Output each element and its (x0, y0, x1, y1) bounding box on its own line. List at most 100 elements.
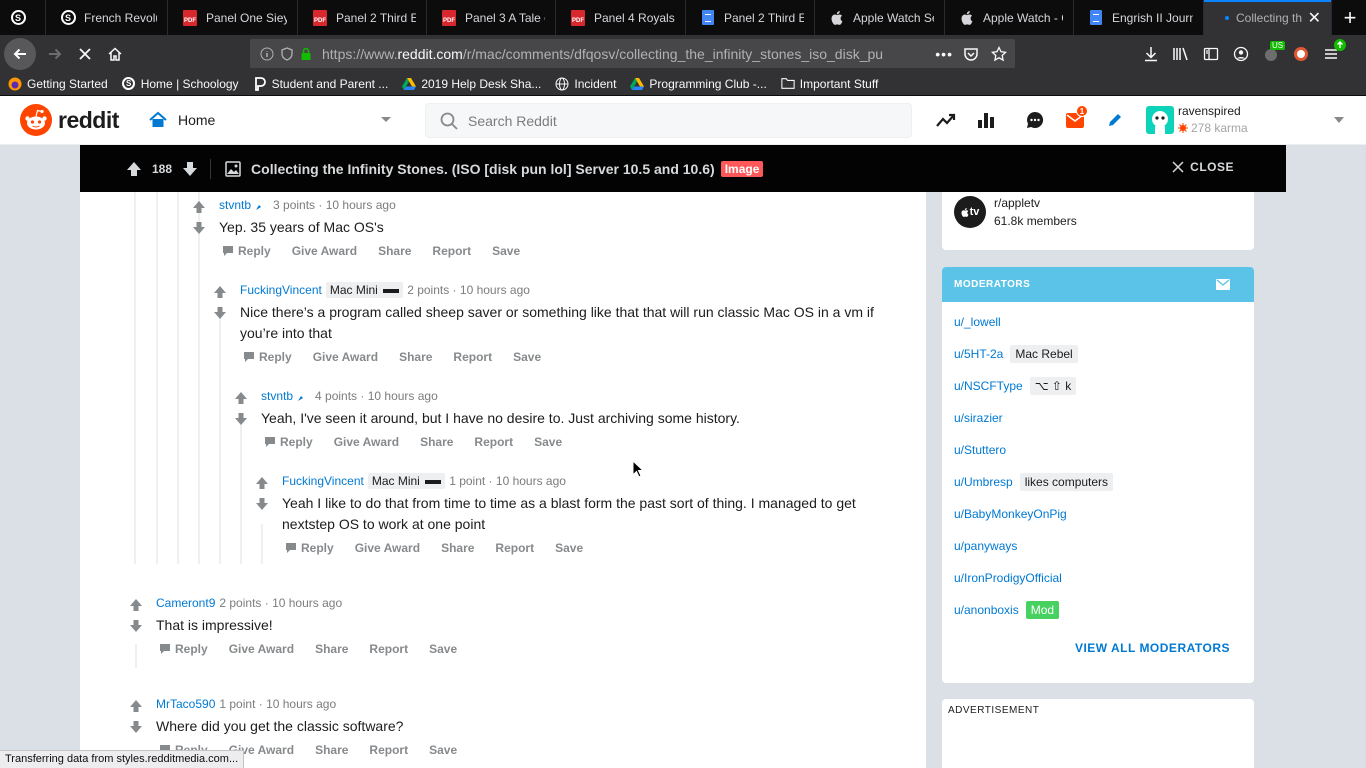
comment-author[interactable]: stvntb (261, 389, 293, 403)
pocket-icon[interactable] (963, 46, 979, 62)
reddit-logo[interactable]: reddit (20, 104, 119, 136)
moderator-item[interactable]: u/panyways (954, 539, 1017, 553)
tab-7[interactable]: Apple Watch - C (945, 0, 1074, 35)
downvote-icon[interactable] (192, 221, 206, 235)
save-button[interactable]: Save (492, 244, 520, 258)
thread-line[interactable] (135, 644, 137, 668)
reply-button[interactable]: Reply (262, 435, 313, 449)
comment-time[interactable]: 10 hours ago (368, 389, 438, 403)
tab-6[interactable]: Apple Watch Ser (815, 0, 945, 35)
report-button[interactable]: Report (369, 743, 408, 757)
reply-button[interactable]: Reply (220, 244, 271, 258)
tab-8[interactable]: Engrish II Journa (1074, 0, 1204, 35)
upvote-icon[interactable] (255, 476, 269, 490)
close-tab-icon[interactable]: ✕ (1308, 8, 1321, 28)
comment-author[interactable]: stvntb (219, 198, 251, 212)
bookmark-getting-started[interactable]: Getting Started (8, 77, 108, 91)
pinned-tab-schoology[interactable]: S (0, 0, 46, 35)
bookmark-schoology[interactable]: S Home | Schoology (122, 77, 239, 91)
report-button[interactable]: Report (474, 435, 513, 449)
save-button[interactable]: Save (534, 435, 562, 449)
share-button[interactable]: Share (315, 642, 348, 656)
moderator-item[interactable]: u/5HT-2a Mac Rebel (954, 345, 1078, 363)
give-award-button[interactable]: Give Award (355, 541, 420, 555)
user-dropdown[interactable]: ravenspired 278 karma (1146, 102, 1356, 138)
comment-author[interactable]: MrTaco590 (156, 697, 215, 711)
thread-line[interactable] (177, 192, 179, 564)
share-button[interactable]: Share (378, 244, 411, 258)
chat-button[interactable] (1024, 109, 1046, 131)
popular-button[interactable] (935, 109, 957, 131)
comment-author[interactable]: Cameront9 (156, 596, 215, 610)
home-dropdown[interactable]: Home (148, 106, 396, 134)
comment-time[interactable]: 10 hours ago (496, 474, 566, 488)
downloads-button[interactable] (1136, 39, 1166, 69)
tab-0[interactable]: S French Revolutio (46, 0, 168, 35)
comment-time[interactable]: 10 hours ago (266, 697, 336, 711)
moderator-item[interactable]: u/Umbresp likes computers (954, 473, 1114, 491)
report-button[interactable]: Report (369, 642, 408, 656)
library-button[interactable] (1166, 39, 1196, 69)
tab-2[interactable]: PDF Panel 2 Third Est (298, 0, 427, 35)
downvote-icon[interactable] (182, 161, 198, 177)
share-button[interactable]: Share (315, 743, 348, 757)
search-box[interactable] (425, 103, 912, 138)
thread-line[interactable] (134, 192, 136, 564)
upvote-icon[interactable] (234, 391, 248, 405)
create-post-button[interactable] (1104, 109, 1126, 131)
tab-3[interactable]: PDF Panel 3 A Tale of (427, 0, 556, 35)
downvote-icon[interactable] (234, 412, 248, 426)
home-button[interactable] (100, 39, 130, 69)
all-button[interactable] (975, 109, 997, 131)
page-actions-icon[interactable]: ••• (935, 46, 953, 62)
share-button[interactable]: Share (441, 541, 474, 555)
url-bar[interactable]: https://www.reddit.com/r/mac/comments/df… (250, 39, 1015, 68)
reply-button[interactable]: Reply (157, 642, 208, 656)
menu-button[interactable] (1316, 39, 1346, 69)
search-input[interactable] (468, 112, 868, 129)
thread-line[interactable] (198, 192, 200, 564)
moderator-item[interactable]: u/anonboxis Mod (954, 601, 1060, 619)
new-tab-button[interactable]: + (1334, 0, 1366, 35)
comment-author[interactable]: FuckingVincent (240, 283, 322, 297)
community-name[interactable]: r/appletv (994, 196, 1040, 210)
message-mods-icon[interactable] (1216, 279, 1230, 290)
bookmark-student-parent[interactable]: Student and Parent ... (253, 77, 388, 91)
account-button[interactable] (1226, 39, 1256, 69)
share-button[interactable]: Share (420, 435, 453, 449)
downvote-icon[interactable] (213, 306, 227, 320)
close-button[interactable]: CLOSE (1172, 160, 1234, 174)
save-button[interactable]: Save (429, 642, 457, 656)
bookmark-help-desk[interactable]: 2019 Help Desk Sha... (402, 77, 541, 91)
comment-author[interactable]: FuckingVincent (282, 474, 364, 488)
tab-5[interactable]: Panel 2 Third Est (686, 0, 815, 35)
moderator-item[interactable]: u/NSCFType ⌥ ⇧ k (954, 377, 1077, 395)
bookmark-programming-club[interactable]: Programming Club -... (630, 77, 767, 91)
appletv-icon[interactable]: tv (954, 196, 986, 228)
save-button[interactable]: Save (555, 541, 583, 555)
moderator-item[interactable]: u/sirazier (954, 411, 1003, 425)
give-award-button[interactable]: Give Award (313, 350, 378, 364)
give-award-button[interactable]: Give Award (292, 244, 357, 258)
upvote-icon[interactable] (213, 285, 227, 299)
thread-line[interactable] (219, 312, 221, 564)
save-button[interactable]: Save (513, 350, 541, 364)
upvote-icon[interactable] (129, 699, 143, 713)
downvote-icon[interactable] (255, 497, 269, 511)
duckduckgo-button[interactable] (1286, 39, 1316, 69)
share-button[interactable]: Share (399, 350, 432, 364)
view-all-moderators-button[interactable]: VIEW ALL MODERATORS (1075, 641, 1230, 655)
bookmark-star-icon[interactable] (991, 45, 1007, 62)
thread-line[interactable] (240, 418, 242, 564)
report-button[interactable]: Report (432, 244, 471, 258)
bookmark-folder-important[interactable]: Important Stuff (781, 77, 878, 91)
tab-4[interactable]: PDF Panel 4 Royals in (556, 0, 686, 35)
report-button[interactable]: Report (495, 541, 534, 555)
moderator-item[interactable]: u/Stuttero (954, 443, 1006, 457)
sidebar-button[interactable] (1196, 39, 1226, 69)
back-button[interactable] (4, 37, 36, 70)
inbox-button[interactable]: 1 (1064, 105, 1088, 131)
moderator-item[interactable]: u/_lowell (954, 315, 1001, 329)
vpn-extension-button[interactable]: US (1256, 39, 1286, 69)
stop-button[interactable] (70, 39, 100, 69)
